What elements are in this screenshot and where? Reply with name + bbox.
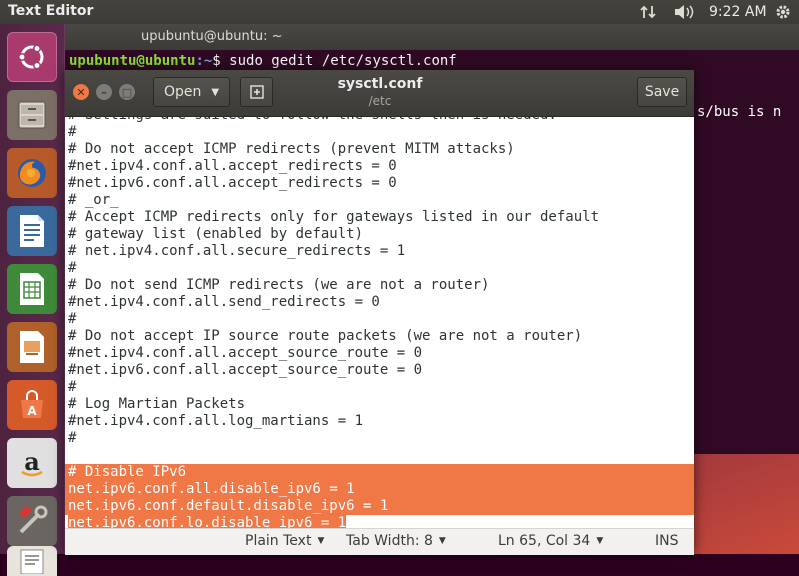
editor-line: # bbox=[68, 260, 77, 276]
editor-line: #net.ipv6.conf.all.accept_redirects = 0 bbox=[68, 175, 397, 191]
amazon-icon[interactable]: a bbox=[7, 438, 57, 488]
editor-line: # Do not accept IP source route packets … bbox=[68, 328, 583, 344]
network-updown-icon[interactable] bbox=[640, 2, 658, 22]
terminal-titlebar[interactable]: upubuntu@ubuntu: ~ bbox=[65, 24, 799, 50]
maximize-button[interactable]: □ bbox=[119, 84, 135, 100]
cursor-position-label: Ln 65, Col 34 bbox=[498, 533, 591, 549]
chevron-down-icon: ▼ bbox=[438, 536, 446, 546]
editor-line: # bbox=[68, 311, 77, 327]
prompt-user: upubuntu@ubuntu bbox=[69, 53, 196, 69]
editor-line: # Do not send ICMP redirects (we are not… bbox=[68, 277, 490, 293]
language-selector[interactable]: Plain Text ▼ bbox=[245, 533, 324, 549]
selected-text: # Disable IPv6 bbox=[68, 464, 187, 480]
ubuntu-dash-icon[interactable] bbox=[7, 32, 57, 82]
editor-line: # Accept ICMP redirects only for gateway… bbox=[68, 209, 600, 225]
open-button[interactable]: Open ▼ bbox=[153, 77, 230, 107]
status-bar: Plain Text ▼ Tab Width: 8 ▼ Ln 65, Col 3… bbox=[65, 528, 694, 555]
document-path: /etc bbox=[368, 94, 392, 108]
document-title: sysctl.conf bbox=[337, 76, 423, 92]
terminal-title: upubuntu@ubuntu: ~ bbox=[141, 29, 283, 44]
editor-line: #net.ipv4.conf.all.send_redirects = 0 bbox=[68, 294, 380, 310]
editor-line: # net.ipv4.conf.all.secure_redirects = 1 bbox=[68, 243, 406, 259]
chevron-down-icon: ▼ bbox=[317, 536, 325, 546]
save-button[interactable]: Save bbox=[637, 77, 687, 107]
minimize-button[interactable]: – bbox=[96, 84, 112, 100]
close-button[interactable]: ✕ bbox=[73, 84, 89, 100]
minimize-icon: – bbox=[101, 85, 107, 99]
app-title: Text Editor bbox=[8, 3, 94, 19]
svg-text:a: a bbox=[24, 447, 40, 476]
new-tab-button[interactable] bbox=[240, 77, 273, 107]
prompt-symbol: $ bbox=[212, 53, 230, 69]
insert-mode[interactable]: INS bbox=[655, 533, 679, 549]
language-label: Plain Text bbox=[245, 533, 312, 549]
editor-line: #net.ipv6.conf.all.accept_source_route =… bbox=[68, 362, 423, 378]
editor-line: net.ipv6.conf.default.disable_ipv6 = 1 bbox=[68, 498, 389, 515]
top-panel: Text Editor 9:22 AM bbox=[0, 0, 799, 24]
insert-mode-label: INS bbox=[655, 533, 679, 549]
files-icon[interactable] bbox=[7, 90, 57, 140]
open-label: Open bbox=[163, 84, 202, 100]
cursor-position[interactable]: Ln 65, Col 34 ▼ bbox=[498, 533, 603, 549]
volume-icon[interactable] bbox=[673, 2, 695, 22]
editor-partial-line: # Settings are suited to follow the shel… bbox=[68, 117, 557, 124]
maximize-icon: □ bbox=[121, 85, 133, 99]
chevron-down-icon: ▼ bbox=[211, 86, 220, 98]
editor-line: net.ipv6.conf.lo.disable_ipv6 = 1 bbox=[68, 515, 347, 528]
gedit-window: ✕ – □ Open ▼ sysctl.conf /etc Save # Set… bbox=[65, 70, 694, 555]
clock[interactable]: 9:22 AM bbox=[709, 2, 767, 22]
gedit-headerbar[interactable]: ✕ – □ Open ▼ sysctl.conf /etc Save bbox=[65, 70, 694, 117]
libreoffice-impress-icon[interactable] bbox=[7, 322, 57, 372]
editor-line: # bbox=[68, 379, 77, 395]
editor-line: #net.ipv4.conf.all.accept_redirects = 0 bbox=[68, 158, 397, 174]
text-editor-area[interactable]: # Settings are suited to follow the shel… bbox=[65, 117, 694, 528]
selected-text: net.ipv6.conf.all.disable_ipv6 = 1 bbox=[68, 481, 355, 497]
terminal-command: sudo gedit /etc/sysctl.conf bbox=[229, 53, 457, 69]
editor-line: # Disable IPv6 bbox=[68, 464, 187, 481]
editor-line: net.ipv6.conf.all.disable_ipv6 = 1 bbox=[68, 481, 355, 498]
libreoffice-writer-icon[interactable] bbox=[7, 206, 57, 256]
libreoffice-calc-icon[interactable] bbox=[7, 264, 57, 314]
tab-width-selector[interactable]: Tab Width: 8 ▼ bbox=[346, 533, 446, 549]
software-center-icon[interactable]: A bbox=[7, 380, 57, 430]
system-settings-icon[interactable] bbox=[7, 496, 57, 546]
text-editor-icon[interactable] bbox=[7, 546, 57, 576]
terminal-command-line: upubuntu@ubuntu:~$ sudo gedit /etc/sysct… bbox=[69, 53, 457, 69]
terminal-output-partial: s/bus is n bbox=[697, 104, 782, 120]
launcher: A a bbox=[0, 24, 65, 576]
editor-line: # Log Martian Packets bbox=[68, 396, 246, 412]
editor-line: # bbox=[68, 124, 77, 140]
prompt-path: :~ bbox=[195, 53, 213, 69]
close-icon: ✕ bbox=[76, 85, 86, 99]
editor-line: #net.ipv4.conf.all.accept_source_route =… bbox=[68, 345, 423, 361]
editor-line: # bbox=[68, 430, 77, 446]
editor-line: # Do not accept ICMP redirects (prevent … bbox=[68, 141, 515, 157]
editor-line: # gateway list (enabled by default) bbox=[68, 226, 364, 242]
new-document-icon bbox=[249, 85, 264, 99]
editor-line: #net.ipv4.conf.all.log_martians = 1 bbox=[68, 413, 364, 429]
chevron-down-icon: ▼ bbox=[596, 536, 604, 546]
tab-width-label: Tab Width: 8 bbox=[346, 533, 433, 549]
editor-line: # _or_ bbox=[68, 192, 119, 208]
selected-text: net.ipv6.conf.default.disable_ipv6 = 1 bbox=[68, 498, 389, 514]
gear-icon[interactable] bbox=[775, 2, 791, 22]
svg-text:A: A bbox=[27, 404, 37, 418]
selected-text: net.ipv6.conf.lo.disable_ipv6 = 1 bbox=[68, 515, 347, 528]
firefox-icon[interactable] bbox=[7, 148, 57, 198]
